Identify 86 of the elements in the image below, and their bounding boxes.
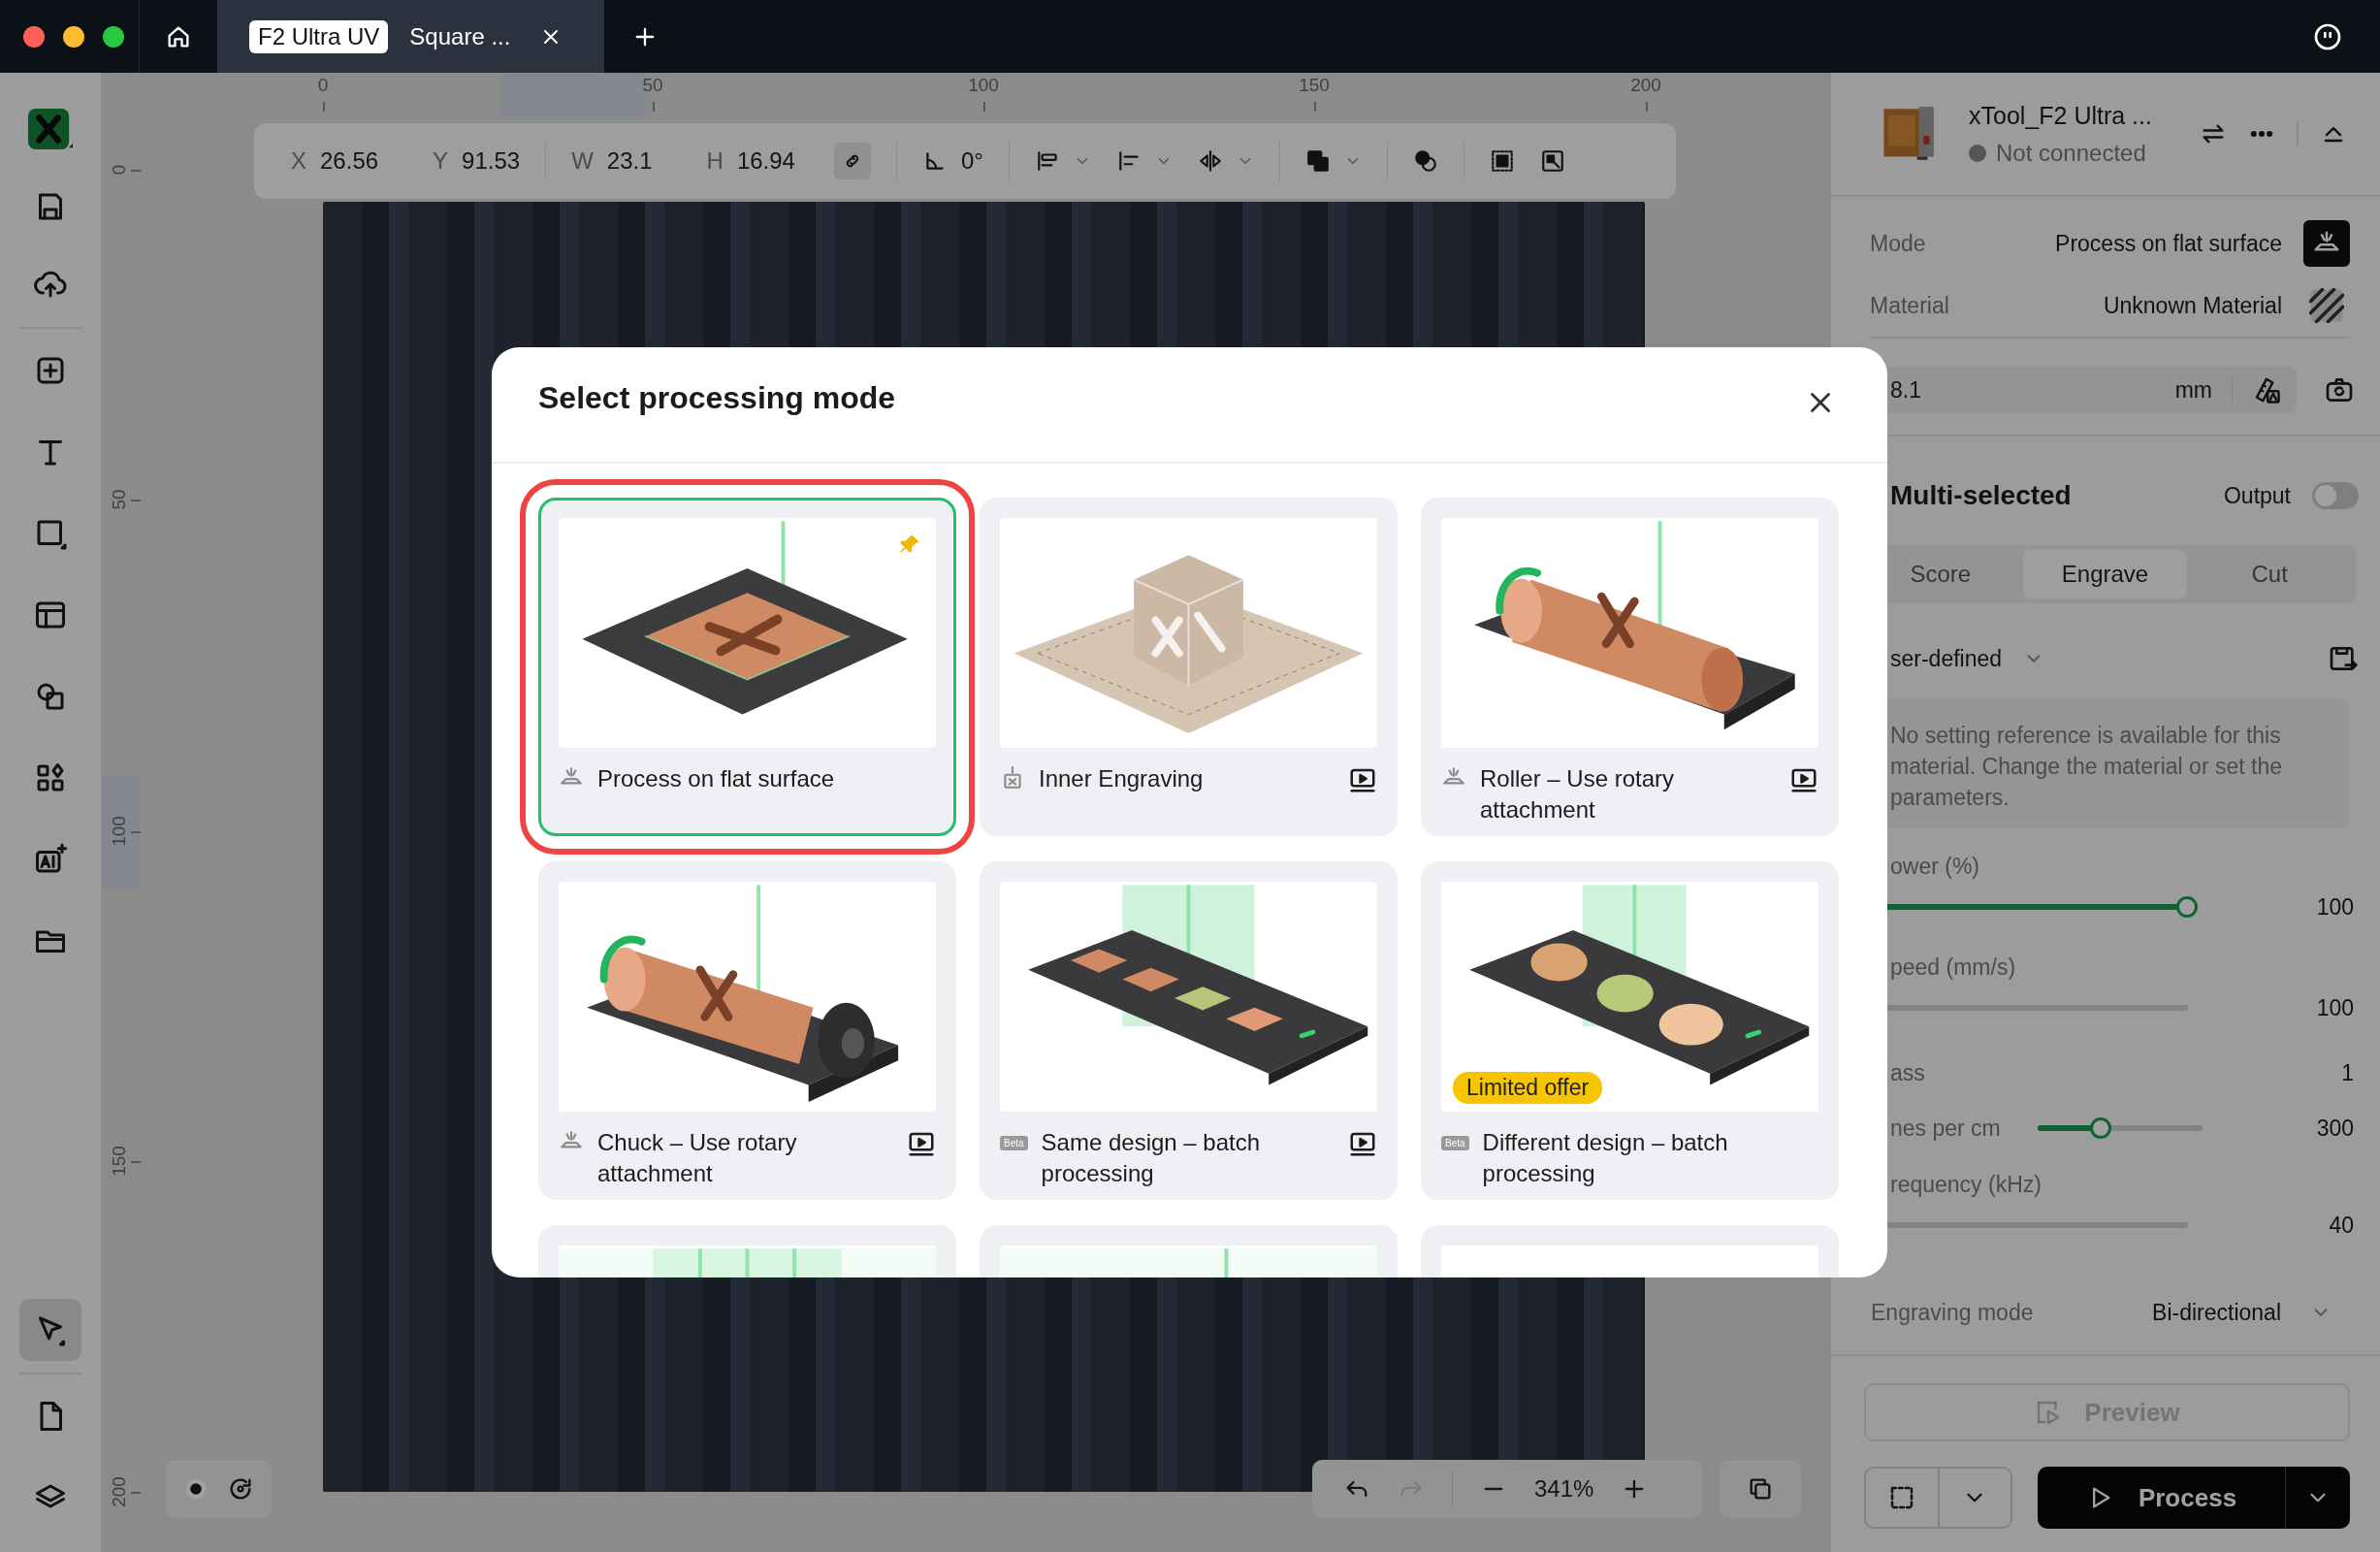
process-button[interactable]: Process [2038,1467,2350,1529]
zoom-level: 341% [1534,1475,1594,1503]
field-value: 0° [960,147,983,175]
thickness-value: 8.1 [1890,376,1922,404]
ruler-label: 200 [1630,75,1661,96]
parameter-value: 100 [2316,994,2354,1021]
parameter-value: 300 [2316,1115,2354,1142]
aspect-lock-button[interactable] [833,143,871,179]
engraving-mode-dropdown[interactable]: Bi-directional [2152,1299,2332,1326]
ruler-label: 200 [109,1475,130,1509]
ruler-label: 100 [109,815,130,849]
mode-label: Chuck – Use rotary attachment [597,1128,798,1188]
mode-label: Different design – batch processing [1482,1128,1729,1188]
mode-label: Same design – batch processing [1041,1128,1262,1188]
parameter-value: 100 [2316,893,2354,921]
field-label: X [291,147,306,175]
tab-title: Square ... [409,22,511,50]
mode-card[interactable]: Limited offer Beta Different design – batch processing [1421,861,1839,1200]
device-name: xTool_F2 Ultra ... [1969,101,2153,130]
setting-label: Mode [1870,230,1927,257]
ruler-label: 150 [1299,75,1330,96]
coordinate-field[interactable]: W 23.1 [571,147,653,175]
hatch-pattern-icon [2309,288,2344,323]
window-zoom-button[interactable] [103,25,124,48]
field-value: 26.56 [320,147,379,175]
setting-label: Material [1870,292,1950,319]
slider-thumb[interactable] [2089,1117,2111,1139]
logo-icon [26,107,75,151]
beta-tag: Beta [1000,1136,1028,1150]
setting-label: Engraving mode [1871,1299,2034,1326]
parameter-label: peed (mm/s) [1889,954,2017,982]
ruler-label: 0 [109,163,130,178]
field-value: 23.1 [606,147,653,175]
select-inside-icon[interactable] [1489,148,1515,174]
pointer-tool[interactable] [19,1299,81,1361]
window-minimize-button[interactable] [63,25,84,48]
parameter-label: requency (kHz) [1889,1171,2042,1199]
coordinate-field[interactable]: X 26.56 [291,147,379,175]
mode-button[interactable] [2303,220,2350,267]
mode-card[interactable]: Chuck – Use rotary attachment [538,861,956,1200]
connection-status: Not connected [1996,139,2146,167]
duplicate-button[interactable] [1720,1460,1801,1518]
ruler-label: 100 [968,75,999,96]
window-close-button[interactable] [23,25,45,48]
slider-thumb[interactable] [2176,896,2198,918]
ruler-label: 50 [109,488,130,512]
document-tab[interactable]: F2 Ultra UV Square ... [217,0,604,73]
crop-icon[interactable] [1539,148,1565,174]
beta-tag: Beta [1441,1136,1469,1150]
parameter-value: 40 [2329,1212,2354,1239]
field-label: H [706,147,724,175]
setting-value: Unknown Material [2103,292,2282,319]
parameter-value: 1 [2341,1059,2354,1086]
coordinate-field[interactable]: Y 91.53 [433,147,521,175]
mode-label: Inner Engraving [1039,764,1205,793]
setting-value: Process on flat surface [2055,230,2282,257]
field-value: 91.53 [462,147,521,175]
field-label: Y [433,147,449,175]
offer-tag: Limited offer [1453,1072,1603,1104]
ruler-label: 50 [642,75,663,96]
field-value: 16.94 [736,147,795,175]
parameter-label: ass [1889,1059,1925,1086]
mode-label: Roller – Use rotary attachment [1480,764,1676,824]
toggle-label: Output [2223,482,2291,509]
mode-card[interactable]: Roller – Use rotary attachment [1421,498,1839,836]
ruler-label: 0 [317,75,329,96]
combine-shapes-icon[interactable] [1412,148,1438,174]
process-type-tab[interactable]: Engrave [2022,550,2188,598]
ruler-label: 150 [109,1145,130,1179]
output-toggle[interactable] [2312,482,2359,509]
stacked-squares-icon [1304,148,1331,174]
mode-card[interactable]: Beta Same design – batch processing [980,861,1398,1200]
section-title: Multi-selected [1890,480,2072,511]
unit-label: mm [2174,376,2212,404]
process-type-tab[interactable]: Cut [2187,550,2352,598]
dialog-title: Select processing mode [538,379,896,416]
parameter-label: nes per cm [1889,1115,2002,1142]
mode-card[interactable]: Inner Engraving [980,498,1398,836]
mode-label: Process on flat surface [597,764,836,793]
flip-icon [1197,148,1223,174]
rotation-field[interactable]: 0° [921,147,983,175]
coordinate-field[interactable]: H 16.94 [706,147,795,175]
parameter-label: ower (%) [1889,853,1980,881]
preset-dropdown[interactable]: ser-defined [1890,645,2045,672]
device-badge: F2 Ultra UV [249,19,389,53]
field-label: W [571,147,594,175]
